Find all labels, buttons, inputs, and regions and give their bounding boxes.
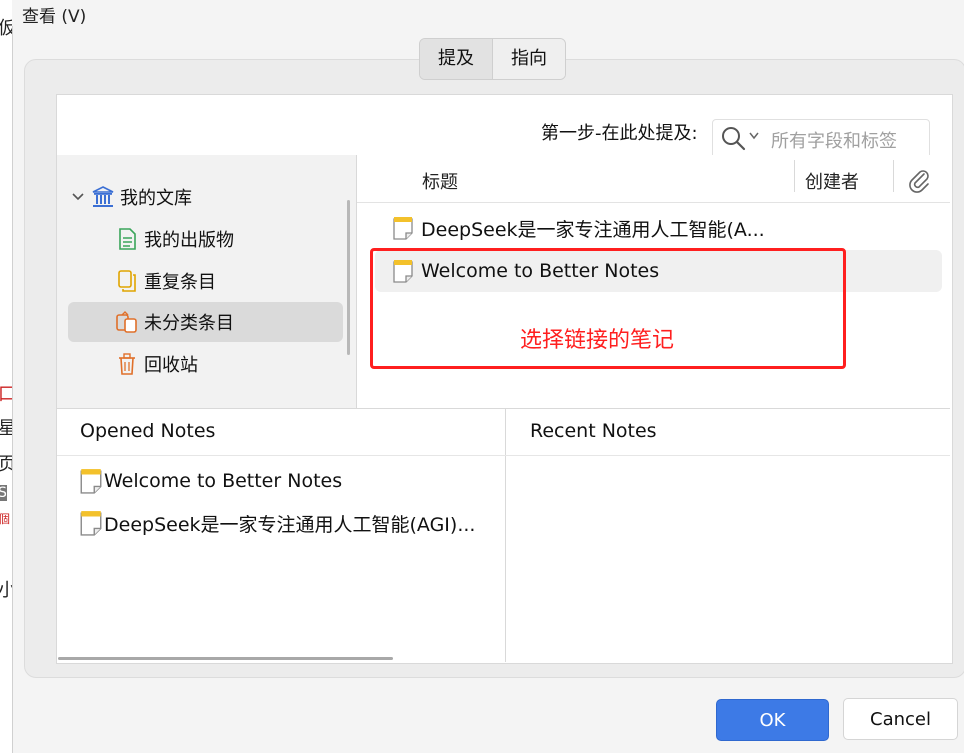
opened-note-title: DeepSeek是一家专注通用人工智能(AGI)... <box>104 513 476 536</box>
note-icon <box>393 216 413 240</box>
search-prefix-label: 第一步-在此处提及: <box>541 123 698 144</box>
trash-icon <box>116 352 138 376</box>
chevron-down-icon[interactable] <box>72 193 86 201</box>
search-input[interactable]: 所有字段和标签 <box>712 119 930 159</box>
menu-view[interactable]: 查看 (V) <box>22 2 86 27</box>
bg-glyph: S <box>0 485 7 501</box>
tree-item-label: 未分类条目 <box>144 313 234 334</box>
ok-button[interactable]: OK <box>716 699 829 741</box>
table-row[interactable]: DeepSeek是一家专注通用人工智能(A... <box>393 207 765 249</box>
search-icon[interactable] <box>721 126 747 156</box>
tree-item-trash[interactable]: 回收站 <box>116 344 198 384</box>
bg-glyph: 小 <box>0 576 12 602</box>
menu-bar <box>12 0 964 26</box>
column-header-creator[interactable]: 创建者 <box>805 168 859 194</box>
note-icon <box>80 468 102 494</box>
library-icon <box>92 185 114 209</box>
tab-mention[interactable]: 提及 <box>420 39 493 79</box>
tree-item-label: 回收站 <box>144 355 198 376</box>
annotation-text: 选择链接的笔记 <box>520 328 675 353</box>
note-icon <box>80 510 102 536</box>
attachment-icon[interactable] <box>906 167 932 197</box>
column-header-title[interactable]: 标题 <box>422 168 458 194</box>
tree-item-label: 我的文库 <box>120 188 192 209</box>
search-placeholder: 所有字段和标签 <box>771 131 897 152</box>
tree-item-my-publications[interactable]: 我的出版物 <box>116 219 234 259</box>
tree-item-my-library[interactable]: 我的文库 <box>72 177 192 217</box>
row-title: DeepSeek是一家专注通用人工智能(A... <box>421 218 765 241</box>
list-item[interactable]: DeepSeek是一家专注通用人工智能(AGI)... <box>80 502 475 544</box>
column-divider[interactable] <box>794 160 795 192</box>
recent-notes-header: Recent Notes <box>530 420 657 442</box>
cancel-button[interactable]: Cancel <box>843 698 958 740</box>
pane-header-divider <box>57 455 950 456</box>
tree-scrollbar[interactable] <box>347 200 350 355</box>
tree-item-label: 重复条目 <box>144 272 216 293</box>
list-item[interactable]: Welcome to Better Notes <box>80 460 342 502</box>
bg-glyph: 口 <box>0 380 12 406</box>
tree-item-label: 我的出版物 <box>144 230 234 251</box>
tree-item-unfiled[interactable]: 未分类条目 <box>116 302 234 342</box>
opened-notes-header: Opened Notes <box>80 420 216 442</box>
bg-glyph: 页 <box>0 450 12 476</box>
bg-glyph: 個 <box>0 510 10 527</box>
tab-point-to[interactable]: 指向 <box>493 39 565 79</box>
pane-divider-vertical[interactable] <box>505 409 506 662</box>
pane-divider <box>57 408 950 409</box>
unfiled-icon <box>116 310 138 334</box>
bg-glyph: 星 <box>0 414 12 440</box>
mode-tabs: 提及 指向 <box>419 38 566 80</box>
column-divider[interactable] <box>893 160 894 192</box>
chevron-down-icon[interactable] <box>749 129 759 143</box>
horizontal-scrollbar[interactable] <box>58 657 393 660</box>
publication-icon <box>116 227 138 251</box>
duplicate-icon <box>116 269 138 293</box>
tree-item-duplicates[interactable]: 重复条目 <box>116 261 216 301</box>
background-window-strip: 仮 口 星 页 S 個 小 <box>0 0 13 753</box>
opened-note-title: Welcome to Better Notes <box>104 470 343 492</box>
